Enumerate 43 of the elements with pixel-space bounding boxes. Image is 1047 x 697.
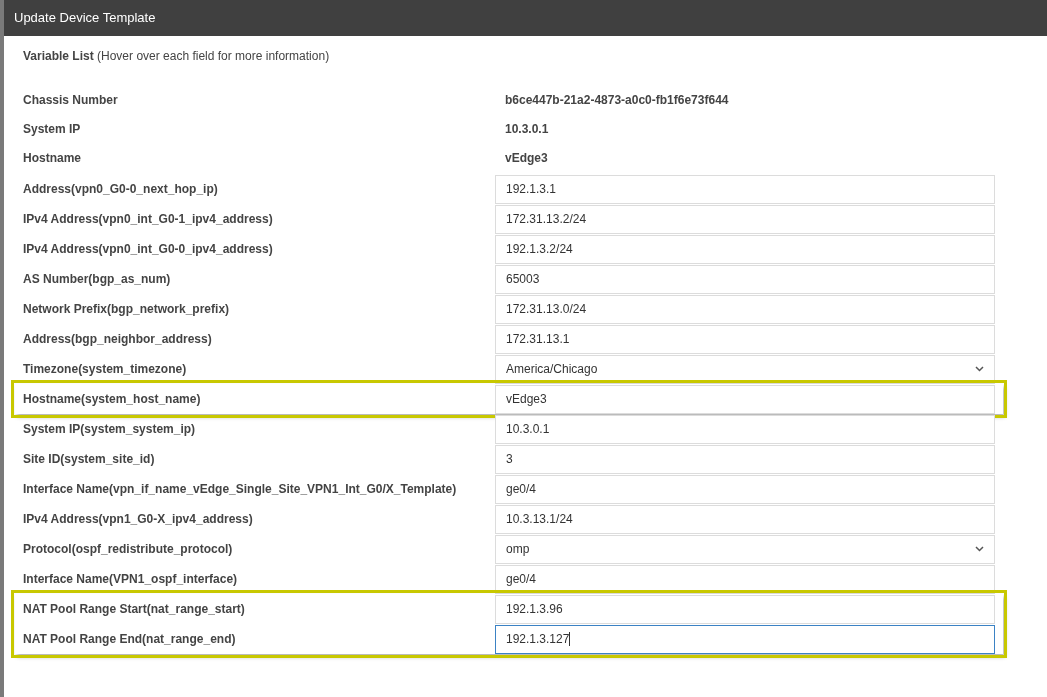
chevron-icon [975, 366, 984, 372]
input-field[interactable]: 10.3.13.1/24 [495, 504, 995, 534]
input-field[interactable]: 192.1.3.96 [495, 594, 995, 624]
input-field[interactable]: 172.31.13.0/24 [495, 294, 995, 324]
field-label: Network Prefix(bgp_network_prefix) [23, 301, 231, 318]
field-label: IPv4 Address(vpn1_G0-X_ipv4_address) [23, 511, 254, 528]
text-cursor [569, 632, 571, 646]
info-value: b6ce447b-21a2-4873-a0c0-fb1f6e73f644 [504, 91, 730, 109]
input-field[interactable]: 65003 [495, 264, 995, 294]
field-label: IPv4 Address(vpn0_int_G0-0_ipv4_address) [23, 241, 274, 258]
field-label: NAT Pool Range End(nat_range_end) [23, 631, 237, 648]
field-label: Hostname(system_host_name) [23, 391, 202, 408]
input-field[interactable]: 192.1.3.127 [495, 624, 995, 654]
info-label: System IP [23, 120, 82, 138]
info-label: Hostname [23, 149, 82, 167]
field-label: Interface Name(VPN1_ospf_interface) [23, 571, 239, 588]
input-field[interactable]: 3 [495, 444, 995, 474]
input-field[interactable]: 192.1.3.1 [495, 174, 995, 204]
field-label: Address(bgp_neighbor_address) [23, 331, 213, 348]
input-field[interactable]: vEdge3 [495, 384, 995, 414]
field-label: NAT Pool Range Start(nat_range_start) [23, 601, 246, 618]
window-title: Update Device Template [14, 9, 156, 28]
field-label: System IP(system_system_ip) [23, 421, 197, 438]
input-field[interactable]: 192.1.3.2/24 [495, 234, 995, 264]
input-field[interactable]: 172.31.13.2/24 [495, 204, 995, 234]
field-label: Address(vpn0_G0-0_next_hop_ip) [23, 181, 219, 198]
info-value: 10.3.0.1 [504, 120, 550, 138]
info-label: Chassis Number [23, 91, 119, 109]
section-heading: Variable List (Hover over each field for more information) [23, 48, 331, 65]
info-value: vEdge3 [504, 149, 549, 167]
dropdown-value: omp [506, 541, 530, 558]
input-field[interactable]: ge0/4 [495, 474, 995, 504]
field-label: AS Number(bgp_as_num) [23, 271, 172, 288]
dropdown-value: America/Chicago [506, 361, 598, 378]
input-field[interactable]: 10.3.0.1 [495, 414, 995, 444]
field-label: IPv4 Address(vpn0_int_G0-1_ipv4_address) [23, 211, 274, 228]
dropdown[interactable]: omp [495, 534, 995, 564]
field-label: Protocol(ospf_redistribute_protocol) [23, 541, 234, 558]
field-label: Timezone(system_timezone) [23, 361, 188, 378]
field-label: Interface Name(vpn_if_name_vEdge_Single_Site_VPN1_Int_G0/X_Template) [23, 481, 458, 498]
input-field[interactable]: 172.31.13.1 [495, 324, 995, 354]
chevron-icon [975, 546, 984, 552]
field-label: Site ID(system_site_id) [23, 451, 156, 468]
